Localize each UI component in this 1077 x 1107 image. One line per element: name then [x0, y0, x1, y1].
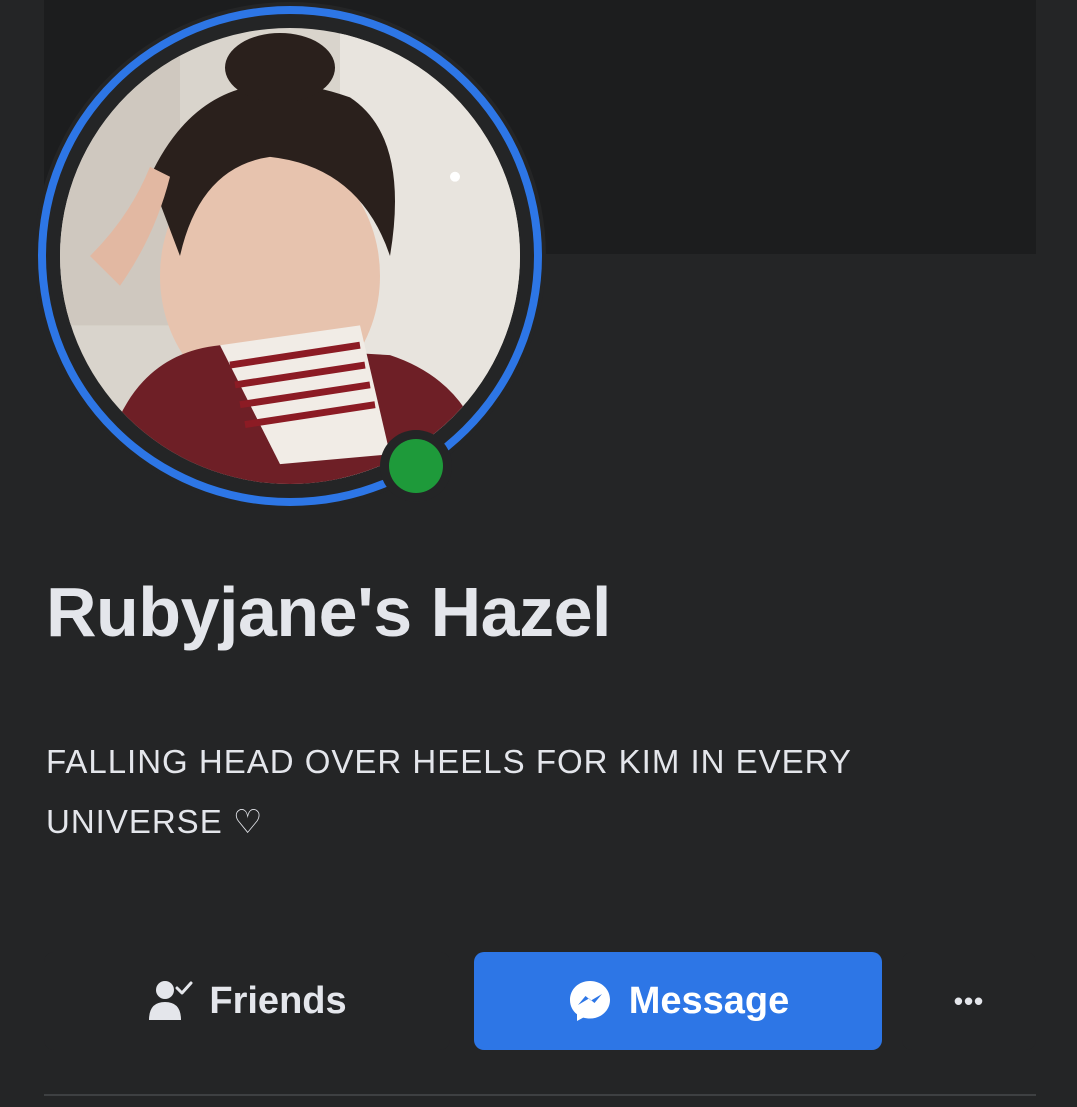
friends-label: Friends	[209, 979, 347, 1022]
profile-name: Rubyjane's Hazel	[46, 573, 611, 651]
message-button[interactable]: Message	[474, 952, 882, 1050]
message-label: Message	[628, 979, 790, 1022]
friends-check-icon	[147, 978, 193, 1024]
profile-photo	[60, 28, 520, 484]
section-divider	[44, 1094, 1036, 1096]
profile-picture[interactable]	[38, 6, 542, 506]
friends-button[interactable]: Friends	[44, 952, 450, 1050]
profile-actions: Friends Message •••	[44, 950, 1036, 1052]
messenger-icon	[567, 978, 613, 1024]
profile-bio: FALLING HEAD OVER HEELS FOR KIM IN EVERY…	[46, 743, 852, 840]
online-status-indicator	[380, 430, 452, 502]
more-dots-icon: •••	[953, 985, 985, 1016]
more-options-button[interactable]: •••	[902, 952, 1036, 1050]
